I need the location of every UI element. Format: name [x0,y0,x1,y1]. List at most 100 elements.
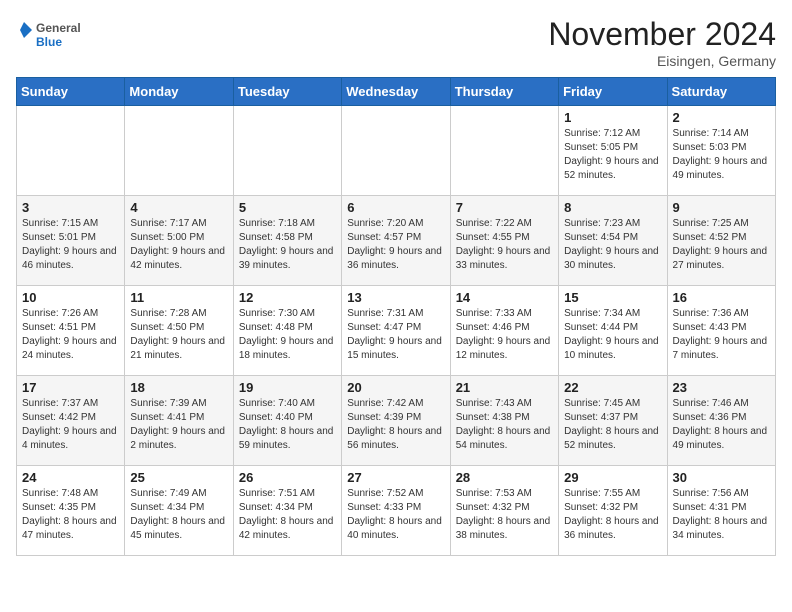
header-day-tuesday: Tuesday [233,78,341,106]
calendar-header-row: SundayMondayTuesdayWednesdayThursdayFrid… [17,78,776,106]
day-number: 2 [673,110,770,125]
calendar-week-0: 1 Sunrise: 7:12 AMSunset: 5:05 PMDaylight… [17,106,776,196]
day-info: Sunrise: 7:33 AMSunset: 4:46 PMDaylight:… [456,308,551,361]
day-info: Sunrise: 7:25 AMSunset: 4:52 PMDaylight:… [673,218,768,271]
day-info: Sunrise: 7:55 AMSunset: 4:32 PMDaylight:… [564,488,659,541]
page-header: General Blue November 2024 Eisingen, Ger… [16,16,776,69]
calendar-cell: 1 Sunrise: 7:12 AMSunset: 5:05 PMDaylight… [559,106,667,196]
calendar-cell: 3 Sunrise: 7:15 AMSunset: 5:01 PMDaylight… [17,196,125,286]
location: Eisingen, Germany [548,53,776,69]
calendar-cell: 11 Sunrise: 7:28 AMSunset: 4:50 PMDayligh… [125,286,233,376]
calendar-cell: 7 Sunrise: 7:22 AMSunset: 4:55 PMDaylight… [450,196,558,286]
day-number: 17 [22,380,119,395]
calendar-cell [450,106,558,196]
day-info: Sunrise: 7:40 AMSunset: 4:40 PMDaylight:… [239,398,334,451]
day-number: 10 [22,290,119,305]
calendar-cell: 5 Sunrise: 7:18 AMSunset: 4:58 PMDaylight… [233,196,341,286]
calendar-week-4: 24Sunrise: 7:48 AMSunset: 4:35 PMDayligh… [17,466,776,556]
day-number: 30 [673,470,770,485]
calendar-cell: 24Sunrise: 7:48 AMSunset: 4:35 PMDayligh… [17,466,125,556]
day-info: Sunrise: 7:37 AMSunset: 4:42 PMDaylight:… [22,398,117,451]
day-number: 5 [239,200,336,215]
calendar-cell: 27 Sunrise: 7:52 AMSunset: 4:33 PMDayligh… [342,466,450,556]
calendar-cell: 19 Sunrise: 7:40 AMSunset: 4:40 PMDayligh… [233,376,341,466]
day-info: Sunrise: 7:36 AMSunset: 4:43 PMDaylight:… [673,308,768,361]
day-number: 18 [130,380,227,395]
day-info: Sunrise: 7:39 AMSunset: 4:41 PMDaylight:… [130,398,225,451]
svg-text:General: General [36,21,81,35]
calendar-cell: 2 Sunrise: 7:14 AMSunset: 5:03 PMDaylight… [667,106,775,196]
calendar-cell: 4 Sunrise: 7:17 AMSunset: 5:00 PMDaylight… [125,196,233,286]
day-info: Sunrise: 7:30 AMSunset: 4:48 PMDaylight:… [239,308,334,361]
day-info: Sunrise: 7:49 AMSunset: 4:34 PMDaylight:… [130,488,225,541]
day-number: 27 [347,470,444,485]
day-number: 11 [130,290,227,305]
day-info: Sunrise: 7:18 AMSunset: 4:58 PMDaylight:… [239,218,334,271]
day-info: Sunrise: 7:14 AMSunset: 5:03 PMDaylight:… [673,128,768,181]
day-info: Sunrise: 7:17 AMSunset: 5:00 PMDaylight:… [130,218,225,271]
calendar-cell: 30 Sunrise: 7:56 AMSunset: 4:31 PMDayligh… [667,466,775,556]
calendar-cell: 20Sunrise: 7:42 AMSunset: 4:39 PMDayligh… [342,376,450,466]
calendar-cell: 9 Sunrise: 7:25 AMSunset: 4:52 PMDaylight… [667,196,775,286]
day-info: Sunrise: 7:43 AMSunset: 4:38 PMDaylight:… [456,398,551,451]
calendar-week-1: 3 Sunrise: 7:15 AMSunset: 5:01 PMDaylight… [17,196,776,286]
day-info: Sunrise: 7:15 AMSunset: 5:01 PMDaylight:… [22,218,117,271]
calendar-table: SundayMondayTuesdayWednesdayThursdayFrid… [16,77,776,556]
day-info: Sunrise: 7:26 AMSunset: 4:51 PMDaylight:… [22,308,117,361]
logo-svg: General Blue [16,16,106,56]
day-info: Sunrise: 7:22 AMSunset: 4:55 PMDaylight:… [456,218,551,271]
day-info: Sunrise: 7:46 AMSunset: 4:36 PMDaylight:… [673,398,768,451]
day-number: 22 [564,380,661,395]
day-number: 29 [564,470,661,485]
calendar-cell: 16 Sunrise: 7:36 AMSunset: 4:43 PMDayligh… [667,286,775,376]
day-number: 3 [22,200,119,215]
day-number: 9 [673,200,770,215]
day-info: Sunrise: 7:56 AMSunset: 4:31 PMDaylight:… [673,488,768,541]
calendar-cell: 22Sunrise: 7:45 AMSunset: 4:37 PMDayligh… [559,376,667,466]
calendar-cell [342,106,450,196]
calendar-cell: 25 Sunrise: 7:49 AMSunset: 4:34 PMDayligh… [125,466,233,556]
logo: General Blue [16,16,106,56]
calendar-cell [125,106,233,196]
day-info: Sunrise: 7:52 AMSunset: 4:33 PMDaylight:… [347,488,442,541]
title-block: November 2024 Eisingen, Germany [548,16,776,69]
calendar-cell: 12 Sunrise: 7:30 AMSunset: 4:48 PMDayligh… [233,286,341,376]
header-day-saturday: Saturday [667,78,775,106]
day-number: 15 [564,290,661,305]
day-number: 25 [130,470,227,485]
day-number: 26 [239,470,336,485]
calendar-cell: 14 Sunrise: 7:33 AMSunset: 4:46 PMDayligh… [450,286,558,376]
calendar-cell [17,106,125,196]
calendar-cell: 26 Sunrise: 7:51 AMSunset: 4:34 PMDayligh… [233,466,341,556]
day-info: Sunrise: 7:42 AMSunset: 4:39 PMDaylight:… [347,398,442,451]
day-info: Sunrise: 7:23 AMSunset: 4:54 PMDaylight:… [564,218,659,271]
calendar-cell: 10 Sunrise: 7:26 AMSunset: 4:51 PMDayligh… [17,286,125,376]
calendar-cell: 29 Sunrise: 7:55 AMSunset: 4:32 PMDayligh… [559,466,667,556]
header-day-sunday: Sunday [17,78,125,106]
header-day-wednesday: Wednesday [342,78,450,106]
day-info: Sunrise: 7:48 AMSunset: 4:35 PMDaylight:… [22,488,117,541]
day-number: 19 [239,380,336,395]
day-number: 4 [130,200,227,215]
day-number: 16 [673,290,770,305]
day-number: 12 [239,290,336,305]
calendar-cell: 23Sunrise: 7:46 AMSunset: 4:36 PMDayligh… [667,376,775,466]
day-info: Sunrise: 7:12 AMSunset: 5:05 PMDaylight:… [564,128,659,181]
day-info: Sunrise: 7:51 AMSunset: 4:34 PMDaylight:… [239,488,334,541]
day-info: Sunrise: 7:28 AMSunset: 4:50 PMDaylight:… [130,308,225,361]
day-number: 1 [564,110,661,125]
header-day-monday: Monday [125,78,233,106]
calendar-cell: 6Sunrise: 7:20 AMSunset: 4:57 PMDaylight… [342,196,450,286]
calendar-cell: 8 Sunrise: 7:23 AMSunset: 4:54 PMDaylight… [559,196,667,286]
day-number: 6 [347,200,444,215]
calendar-cell [233,106,341,196]
day-number: 14 [456,290,553,305]
calendar-cell: 15Sunrise: 7:34 AMSunset: 4:44 PMDayligh… [559,286,667,376]
day-info: Sunrise: 7:31 AMSunset: 4:47 PMDaylight:… [347,308,442,361]
calendar-cell: 28Sunrise: 7:53 AMSunset: 4:32 PMDayligh… [450,466,558,556]
day-number: 8 [564,200,661,215]
calendar-week-2: 10 Sunrise: 7:26 AMSunset: 4:51 PMDayligh… [17,286,776,376]
calendar-cell: 13Sunrise: 7:31 AMSunset: 4:47 PMDayligh… [342,286,450,376]
calendar-cell: 18 Sunrise: 7:39 AMSunset: 4:41 PMDayligh… [125,376,233,466]
day-number: 7 [456,200,553,215]
